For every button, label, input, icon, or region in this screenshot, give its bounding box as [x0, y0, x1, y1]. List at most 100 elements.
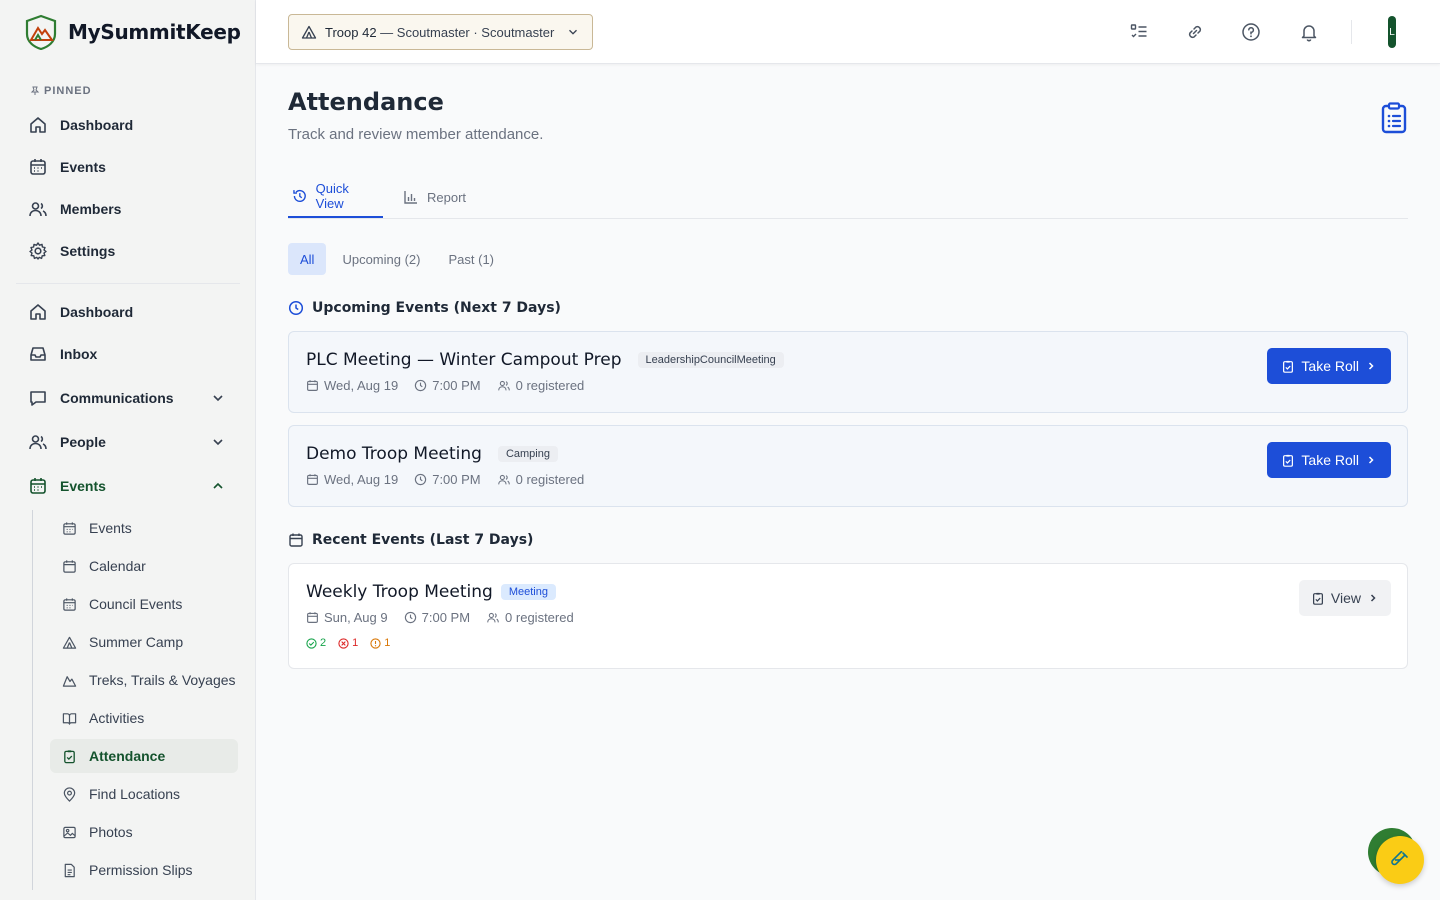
- sidebar-sub-attendance[interactable]: Attendance: [50, 739, 238, 773]
- filter-upcoming[interactable]: Upcoming (2): [330, 243, 432, 275]
- event-type-badge: LeadershipCouncilMeeting: [637, 352, 784, 368]
- help-button[interactable]: [1239, 20, 1263, 44]
- event-registered: 0 registered: [515, 472, 585, 487]
- sidebar-item-dashboard[interactable]: Dashboard: [16, 294, 238, 330]
- event-meta: Sun, Aug 9 7:00 PM 0 registered: [306, 610, 574, 625]
- view-tabs: Quick View Report: [288, 176, 1408, 219]
- bell-icon: [1301, 25, 1317, 42]
- chevron-right-icon: [1368, 456, 1374, 464]
- links-button[interactable]: [1183, 20, 1207, 44]
- page-title: Attendance: [288, 88, 444, 116]
- pinned-label: PINNED: [30, 85, 92, 97]
- event-title: Demo Troop Meeting: [306, 444, 482, 464]
- users-icon: [29, 435, 47, 450]
- event-card: PLC Meeting — Winter Campout Prep Leader…: [288, 331, 1408, 413]
- tab-report[interactable]: Report: [399, 176, 470, 218]
- home-icon: [30, 117, 46, 133]
- pinned-dashboard[interactable]: Dashboard: [16, 107, 238, 143]
- pinned-members[interactable]: Members: [16, 191, 238, 227]
- sidebar-sub-find-locations[interactable]: Find Locations: [50, 777, 238, 811]
- calendar-icon: [30, 159, 46, 175]
- clipboard-check-icon: [1283, 360, 1294, 373]
- image-icon: [63, 826, 76, 838]
- event-date: Wed, Aug 19: [324, 472, 399, 487]
- calendar-icon: [63, 559, 76, 573]
- take-roll-button[interactable]: Take Roll: [1267, 348, 1391, 384]
- sidebar-item-events[interactable]: Events: [16, 468, 238, 504]
- calendar-icon: [307, 380, 318, 391]
- event-type-badge: Meeting: [500, 584, 556, 600]
- calendar-icon: [289, 533, 303, 547]
- chevron-right-icon: [1370, 594, 1376, 602]
- event-title: Weekly Troop Meeting: [306, 582, 493, 602]
- sidebar-sub-calendar[interactable]: Calendar: [50, 549, 238, 583]
- brand-name: MySummitKeep: [68, 20, 241, 44]
- event-title-row: PLC Meeting — Winter Campout Prep Leader…: [306, 350, 784, 370]
- clock-icon: [288, 300, 304, 316]
- event-time: 7:00 PM: [432, 472, 481, 487]
- sidebar-sub-treks[interactable]: Treks, Trails & Voyages: [50, 663, 238, 697]
- chevron-down-icon: [213, 395, 223, 402]
- mountain-icon: [62, 675, 77, 687]
- topbar-separator: [1351, 20, 1352, 44]
- sidebar-sub-events[interactable]: Events: [50, 511, 238, 545]
- event-card: Demo Troop Meeting Camping Wed, Aug 19 7…: [288, 425, 1408, 507]
- tent-icon: [301, 25, 317, 39]
- users-icon: [497, 380, 510, 391]
- upcoming-heading: Upcoming Events (Next 7 Days): [288, 300, 561, 316]
- event-registered: 0 registered: [515, 378, 585, 393]
- event-type-badge: Camping: [497, 446, 558, 462]
- x-circle-icon: [338, 637, 349, 649]
- home-icon: [30, 304, 46, 320]
- event-meta: Wed, Aug 19 7:00 PM 0 registered: [306, 378, 584, 393]
- list-check-icon: [1130, 24, 1147, 38]
- brand[interactable]: MySummitKeep: [24, 14, 241, 50]
- filter-all[interactable]: All: [288, 243, 327, 275]
- tasks-button[interactable]: [1127, 20, 1151, 44]
- sidebar-sub-summer-camp[interactable]: Summer Camp: [50, 625, 238, 659]
- calendar-grid-icon: [63, 521, 76, 535]
- notifications-button[interactable]: [1297, 20, 1321, 44]
- present-count: 2: [320, 637, 327, 649]
- take-roll-button[interactable]: Take Roll: [1267, 442, 1391, 478]
- chat-icon: [30, 391, 46, 406]
- view-button[interactable]: View: [1298, 580, 1391, 616]
- event-title: PLC Meeting — Winter Campout Prep: [306, 350, 622, 370]
- absent-count: 1: [352, 637, 359, 649]
- clock-icon: [415, 473, 427, 486]
- link-icon: [1188, 25, 1202, 39]
- sidebar-sub-activities[interactable]: Activities: [50, 701, 238, 735]
- clipboard-check-icon: [64, 749, 75, 763]
- chevron-up-icon: [213, 482, 223, 489]
- tent-icon: [62, 636, 77, 649]
- event-title-row: Weekly Troop Meeting Meeting: [306, 582, 556, 602]
- event-date: Sun, Aug 9: [324, 610, 388, 625]
- sidebar-sub-photos[interactable]: Photos: [50, 815, 238, 849]
- recent-heading: Recent Events (Last 7 Days): [288, 532, 533, 548]
- sidebar-item-people[interactable]: People: [16, 424, 238, 460]
- page-subtitle: Track and review member attendance.: [288, 126, 544, 143]
- avatar[interactable]: L: [1388, 16, 1396, 48]
- sidebar-sub-council-events[interactable]: Council Events: [50, 587, 238, 621]
- book-icon: [62, 712, 77, 725]
- quick-action-button[interactable]: [1376, 836, 1424, 884]
- tab-quick-view[interactable]: Quick View: [288, 176, 383, 218]
- sidebar: MySummitKeep PINNED Dashboard Events Mem…: [0, 0, 256, 900]
- clipboard-check-icon: [1283, 454, 1294, 467]
- excused-count: 1: [384, 637, 391, 649]
- sidebar-divider: [16, 283, 240, 284]
- sidebar-sub-permission-slips[interactable]: Permission Slips: [50, 853, 238, 887]
- event-registered: 0 registered: [505, 610, 574, 625]
- event-time: 7:00 PM: [421, 610, 471, 625]
- chevron-down-icon: [213, 439, 223, 446]
- chevron-right-icon: [1368, 362, 1374, 370]
- sidebar-item-inbox[interactable]: Inbox: [16, 336, 238, 372]
- pinned-settings[interactable]: Settings: [16, 233, 238, 269]
- pinned-events[interactable]: Events: [16, 149, 238, 185]
- event-title-row: Demo Troop Meeting Camping: [306, 444, 558, 464]
- document-icon: [64, 863, 75, 877]
- users-icon: [497, 474, 510, 485]
- sidebar-item-communications[interactable]: Communications: [16, 380, 238, 416]
- troop-selector[interactable]: Troop 42 — Scoutmaster · Scoutmaster: [288, 14, 593, 50]
- filter-past[interactable]: Past (1): [436, 243, 506, 275]
